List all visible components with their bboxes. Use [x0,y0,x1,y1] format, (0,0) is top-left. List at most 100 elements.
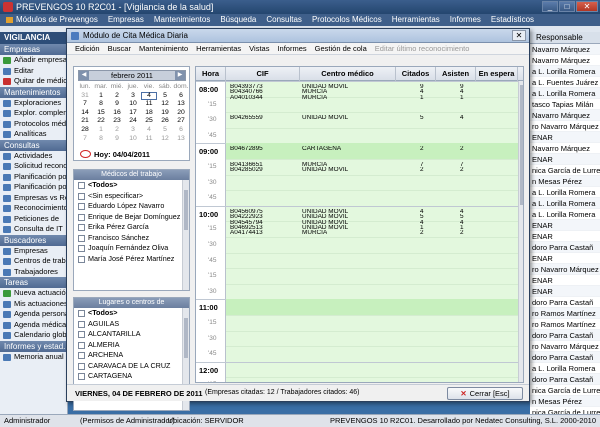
schedule-scrollbar[interactable] [518,81,523,382]
calendar-day[interactable]: 13 [173,100,189,109]
left-nav-item[interactable]: Planificación por [0,172,67,183]
responsable-cell[interactable]: Navarro Márquez [530,110,600,121]
calendar-day[interactable]: 22 [93,117,109,126]
checkbox-icon[interactable] [78,341,85,349]
responsable-cell[interactable]: a L. Lorilla Romera [530,209,600,220]
calendar-day[interactable]: 27 [173,117,189,126]
doctor-list-item[interactable]: <Todos> [74,180,189,191]
dialog-menu-item[interactable]: Mantenimiento [135,43,192,54]
left-nav-item[interactable]: Analíticas [0,129,67,140]
responsable-cell[interactable]: ro Navarro Márquez [530,264,600,275]
center-list-item[interactable]: ALMERIA [74,340,189,351]
dialog-menu-item[interactable]: Gestión de cola [311,43,371,54]
dialog-close-button[interactable]: ✕ [512,30,526,41]
doctor-list-item[interactable]: María José Pérez Martínez [74,254,189,265]
checkbox-icon[interactable] [78,245,85,252]
left-nav-item[interactable]: Explor. complem. [0,108,67,119]
calendar-day[interactable]: 2 [109,126,125,135]
main-menu-item[interactable]: Herramientas [387,14,445,26]
checkbox-icon[interactable] [78,192,85,200]
schedule-row[interactable]: A04174413 MURCIA 2 2 [196,230,523,235]
main-menu-item[interactable]: Módulos de Prevengos [4,14,103,26]
responsable-cell[interactable]: ENAR [530,275,600,286]
center-list-item[interactable]: ALCANTARILLA [74,329,189,340]
schedule-row[interactable]: B04265559 UNIDAD MOVIL 5 4 [196,115,523,120]
calendar-day[interactable]: 5 [157,126,173,135]
center-list-item[interactable]: ARCHENA [74,350,189,361]
left-nav-item[interactable]: Calendario global [0,330,67,341]
responsable-cell[interactable]: Navarro Márquez [530,44,600,55]
schedule-row[interactable]: B04285029 UNIDAD MOVIL 2 2 [196,167,523,172]
left-section-header[interactable]: Informes y estad. [0,340,67,352]
checkbox-icon[interactable] [78,362,85,370]
dialog-menu-item[interactable]: Informes [273,43,310,54]
left-nav-item[interactable]: Añadir empresa [0,55,67,66]
calendar-day[interactable]: 9 [109,135,125,144]
center-list-item[interactable]: AGUILAS [74,319,189,330]
schedule-row[interactable]: B04672895 CARTAGENA 2 2 [196,146,523,151]
responsable-cell[interactable]: a L. Lorilla Romera [530,66,600,77]
calendar-day[interactable]: 12 [157,135,173,144]
calendar-day[interactable]: 11 [141,135,157,144]
main-menu-item[interactable]: Estadísticos [486,14,539,26]
checkbox-icon[interactable] [78,224,85,231]
schedule-scrollbar-thumb[interactable] [520,85,523,205]
checkbox-icon[interactable] [78,213,85,221]
left-nav-item[interactable]: Consulta de IT [0,224,67,235]
left-nav-item[interactable]: Planificación por [0,182,67,193]
left-section-header[interactable]: Tareas [0,277,67,288]
calendar-day[interactable]: 17 [125,109,141,118]
left-nav-item[interactable]: Actividades [0,151,67,162]
responsable-cell[interactable]: ENAR [530,220,600,231]
column-header-cif[interactable]: CIF [226,67,300,81]
calendar-day[interactable]: 8 [93,100,109,109]
column-header-hour[interactable]: Hora [196,67,226,81]
calendar-day[interactable]: 8 [93,135,109,144]
responsable-column-header[interactable]: Responsable [530,32,600,44]
main-menu-item[interactable]: Empresas [103,14,149,26]
doctors-scrollbar-thumb[interactable] [184,190,188,230]
responsable-cell[interactable]: a L. Lorilla Romera [530,363,600,374]
responsable-cell[interactable]: doro Parra Castañ [530,352,600,363]
left-nav-item[interactable]: Empresas [0,246,67,257]
checkbox-icon[interactable] [78,352,85,359]
calendar-day[interactable]: 12 [157,100,173,109]
calendar-day[interactable]: 7 [77,100,93,109]
left-nav-item[interactable]: Solicitud reconoc. [0,161,67,172]
main-menu-item[interactable]: Consultas [261,14,307,26]
responsable-cell[interactable]: nica García de Lurrea [530,407,600,414]
calendar-day[interactable]: 10 [125,100,141,109]
main-menu-item[interactable]: Protocolos Médicos [307,14,387,26]
column-header-cited[interactable]: Citados [396,67,436,81]
left-nav-item[interactable]: Memoria anual [0,352,67,363]
center-list-item[interactable]: CARTAGENA [74,371,189,382]
calendar-day[interactable]: 11 [141,100,157,109]
calendar-day[interactable]: 9 [109,100,125,109]
calendar-day[interactable]: 31 [77,92,93,101]
calendar-day[interactable]: 7 [77,135,93,144]
dialog-menu-item[interactable]: Buscar [104,43,135,54]
calendar-day[interactable]: 21 [77,117,93,126]
calendar-day[interactable]: 10 [125,135,141,144]
column-header-waiting[interactable]: En espera [476,67,518,81]
calendar-day[interactable]: 4 [141,126,157,135]
responsable-cell[interactable]: ro Navarro Márquez [530,341,600,352]
calendar-day[interactable]: 24 [125,117,141,126]
doctor-list-item[interactable]: Francisco Sánchez [74,233,189,244]
left-section-header[interactable]: Empresas [0,44,67,55]
checkbox-icon[interactable] [78,373,85,380]
calendar-day[interactable]: 26 [157,117,173,126]
calendar-month-label[interactable]: febrero 2011 [111,71,153,80]
left-nav-item[interactable]: Empresas vs Rec. [0,193,67,204]
left-nav-item[interactable]: Agenda personal [0,309,67,320]
calendar-day[interactable]: 23 [109,117,125,126]
dialog-menu-item[interactable]: Vistas [245,43,273,54]
calendar-day[interactable]: 14 [77,109,93,118]
responsable-cell[interactable]: ENAR [530,231,600,242]
dialog-menu-item[interactable]: Edición [71,43,104,54]
calendar-day[interactable]: 16 [109,109,125,118]
calendar-day[interactable]: 28 [77,126,93,135]
calendar-day[interactable]: 6 [173,126,189,135]
doctors-scrollbar[interactable] [182,180,189,290]
calendar-day[interactable]: 20 [173,109,189,118]
